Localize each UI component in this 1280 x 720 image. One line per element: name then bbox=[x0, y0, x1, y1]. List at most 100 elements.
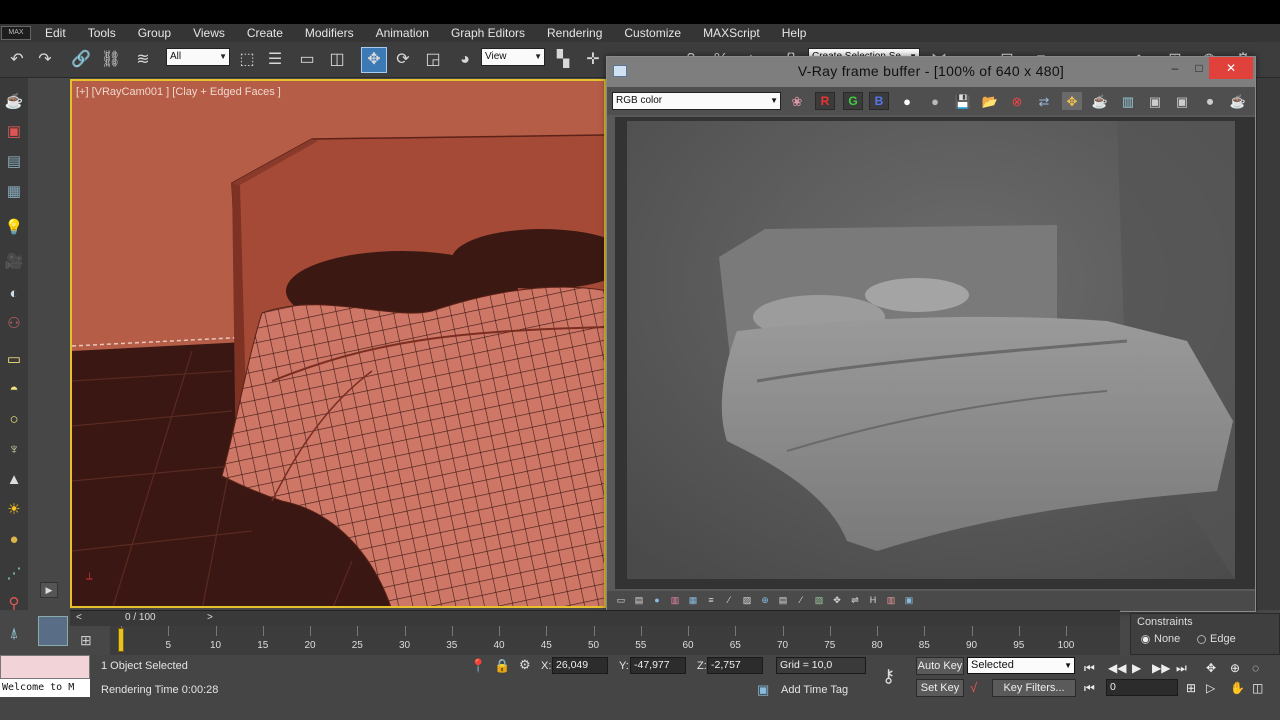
viewport-label[interactable]: [+] [VRayCam001 ] [Clay + Edged Faces ] bbox=[76, 86, 281, 98]
vfb-stamp-icon[interactable]: ⁄ bbox=[795, 595, 807, 606]
green-channel-button[interactable]: G bbox=[843, 92, 863, 110]
systems-icon[interactable]: ⚇ bbox=[3, 312, 25, 334]
zoom-icon[interactable]: ✥ bbox=[1206, 661, 1216, 675]
vfb-flip-icon[interactable]: ⇌ bbox=[849, 595, 861, 606]
pan-view-icon[interactable]: ✋ bbox=[1230, 681, 1245, 695]
zoom-all-icon[interactable]: ⊕ bbox=[1230, 661, 1240, 675]
menu-help[interactable]: Help bbox=[771, 26, 818, 40]
time-slider-handle[interactable] bbox=[118, 628, 124, 652]
monochrome-icon[interactable]: ● bbox=[925, 92, 945, 110]
selection-lock-icon[interactable]: 🔒 bbox=[494, 659, 510, 672]
region-render-icon[interactable]: ▣ bbox=[1145, 92, 1165, 110]
vfb-curve-icon[interactable]: ⁄ bbox=[723, 595, 735, 606]
vray-proxy-icon[interactable]: ⋰ bbox=[3, 562, 25, 584]
track-bar[interactable]: 0510152025303540455055606570758085909510… bbox=[110, 626, 1120, 656]
vfb-pixel-aspect-icon[interactable]: ▥ bbox=[885, 595, 897, 606]
clear-image-icon[interactable]: ⊗ bbox=[1007, 92, 1027, 110]
alpha-channel-icon[interactable]: ● bbox=[897, 92, 917, 110]
set-key-mode-icon[interactable]: ⚷ bbox=[882, 667, 895, 685]
time-tag-icon[interactable]: ▣ bbox=[757, 683, 769, 696]
vfb-title-bar[interactable]: V-Ray frame buffer - [100% of 640 x 480]… bbox=[607, 57, 1255, 87]
link-to-render-icon[interactable]: ▥ bbox=[1118, 92, 1138, 110]
field-of-view-icon[interactable]: ▷ bbox=[1206, 681, 1215, 695]
track-bar-icon[interactable]: ⊞ bbox=[80, 632, 92, 649]
vray-ambient-icon[interactable]: ● bbox=[3, 528, 25, 550]
time-slider-next[interactable]: > bbox=[207, 612, 213, 623]
play-icon[interactable]: ▶ bbox=[1132, 661, 1141, 675]
helper-icon[interactable]: ◐ bbox=[3, 282, 25, 304]
select-and-rotate-icon[interactable]: ⟳ bbox=[392, 50, 414, 70]
next-frame-icon[interactable]: ▶▶ bbox=[1152, 661, 1170, 675]
radio-edge[interactable] bbox=[1197, 634, 1206, 644]
red-channel-button[interactable]: R bbox=[815, 92, 835, 110]
vray-ies-icon[interactable]: ▲ bbox=[3, 468, 25, 490]
render-region-icon[interactable]: ☕ bbox=[1090, 92, 1110, 110]
key-mode-dropdown[interactable]: Selected ▼ bbox=[967, 657, 1075, 674]
add-time-tag-label[interactable]: Add Time Tag bbox=[781, 684, 848, 696]
menu-views[interactable]: Views bbox=[182, 26, 236, 40]
camera-icon[interactable]: 🎥 bbox=[3, 250, 25, 272]
vray-dome-icon[interactable]: ◓ bbox=[3, 378, 25, 400]
menu-rendering[interactable]: Rendering bbox=[536, 26, 613, 40]
vfb-ocio-icon[interactable]: ▤ bbox=[777, 595, 789, 606]
previous-frame-icon[interactable]: ◀◀ bbox=[1108, 661, 1126, 675]
current-frame-field[interactable]: 0 bbox=[1106, 679, 1178, 696]
key-mode-toggle-icon[interactable]: ⏮ bbox=[1084, 681, 1095, 696]
goto-end-icon[interactable]: ⏭ bbox=[1176, 661, 1187, 676]
reference-coordinate-dropdown[interactable]: View ▼ bbox=[481, 48, 545, 66]
stop-render-icon[interactable]: ⏺ bbox=[1200, 92, 1220, 110]
bind-space-warp-icon[interactable]: ≋ bbox=[132, 50, 154, 70]
maxscript-listener-output[interactable]: Welcome to M bbox=[0, 679, 90, 697]
vfb-h-icon[interactable]: H bbox=[867, 595, 879, 606]
menu-maxscript[interactable]: MAXScript bbox=[692, 26, 771, 40]
vfb-color-correct-icon[interactable]: ▥ bbox=[669, 595, 681, 606]
time-slider-prev[interactable]: < bbox=[76, 612, 82, 623]
vfb-lens-icon[interactable]: ▨ bbox=[813, 595, 825, 606]
unlink-icon[interactable]: ⛓ bbox=[100, 50, 122, 70]
key-filters-button[interactable]: Key Filters... bbox=[992, 679, 1076, 697]
vfb-history-icon[interactable]: ▭ bbox=[615, 595, 627, 606]
menu-modifiers[interactable]: Modifiers bbox=[294, 26, 365, 40]
vfb-compare-icon[interactable]: ✥ bbox=[831, 595, 843, 606]
vray-plane-icon[interactable]: ▭ bbox=[3, 348, 25, 370]
track-mouse-icon[interactable]: ✥ bbox=[1062, 92, 1082, 110]
vfb-lut-icon[interactable]: ⊕ bbox=[759, 595, 771, 606]
mini-curve-editor-toggle[interactable] bbox=[38, 616, 68, 646]
app-logo-button[interactable]: MAX bbox=[1, 26, 31, 40]
rectangular-selection-icon[interactable]: ▭ bbox=[296, 50, 318, 70]
time-slider-bar[interactable]: < 0 / 100 > bbox=[70, 610, 1120, 626]
menu-customize[interactable]: Customize bbox=[613, 26, 692, 40]
key-filter-icon[interactable]: √ bbox=[970, 681, 977, 694]
undo-icon[interactable]: ↶ bbox=[6, 50, 28, 70]
hierarchy-icon[interactable]: ▤ bbox=[3, 150, 25, 172]
set-key-button[interactable]: Set Key bbox=[916, 679, 964, 697]
isolate-selection-icon[interactable]: 📍 bbox=[470, 659, 486, 672]
vfb-settings-icon[interactable]: ▤ bbox=[633, 595, 645, 606]
select-and-place-icon[interactable]: ◕ bbox=[454, 50, 476, 70]
maximize-viewport-icon[interactable]: ◫ bbox=[1252, 681, 1263, 695]
expand-panel-button[interactable]: ▶ bbox=[40, 582, 58, 598]
vray-sphere-icon[interactable]: ○ bbox=[3, 408, 25, 430]
duplicate-to-mfb-icon[interactable]: ⇄ bbox=[1034, 92, 1054, 110]
close-button[interactable]: ✕ bbox=[1209, 57, 1253, 79]
modify-panel-icon[interactable]: ▣ bbox=[3, 120, 25, 142]
save-image-icon[interactable]: 💾 bbox=[953, 92, 973, 110]
last-render-icon[interactable]: ▣ bbox=[1172, 92, 1192, 110]
light-icon[interactable]: 💡 bbox=[3, 216, 25, 238]
redo-icon[interactable]: ↷ bbox=[34, 50, 56, 70]
select-object-icon[interactable]: ⬚ bbox=[236, 50, 258, 70]
constraint-none-option[interactable]: None bbox=[1141, 633, 1180, 645]
load-image-icon[interactable]: 📂 bbox=[980, 92, 1000, 110]
vfb-info-icon[interactable]: ● bbox=[651, 595, 663, 606]
select-and-scale-icon[interactable]: ◲ bbox=[422, 50, 444, 70]
radio-none[interactable] bbox=[1141, 634, 1150, 644]
absolute-mode-icon[interactable]: ⚙ bbox=[519, 658, 531, 671]
menu-graph-editors[interactable]: Graph Editors bbox=[440, 26, 536, 40]
menu-animation[interactable]: Animation bbox=[365, 26, 440, 40]
time-configuration-icon[interactable]: ⊞ bbox=[1186, 681, 1196, 695]
vfb-levels-icon[interactable]: ≡ bbox=[705, 595, 717, 606]
maxscript-listener-input[interactable] bbox=[0, 655, 90, 679]
select-by-name-icon[interactable]: ☰ bbox=[264, 50, 286, 70]
vfb-srgb-icon[interactable]: ▣ bbox=[903, 595, 915, 606]
channel-dropdown[interactable]: RGB color ▼ bbox=[612, 92, 781, 110]
